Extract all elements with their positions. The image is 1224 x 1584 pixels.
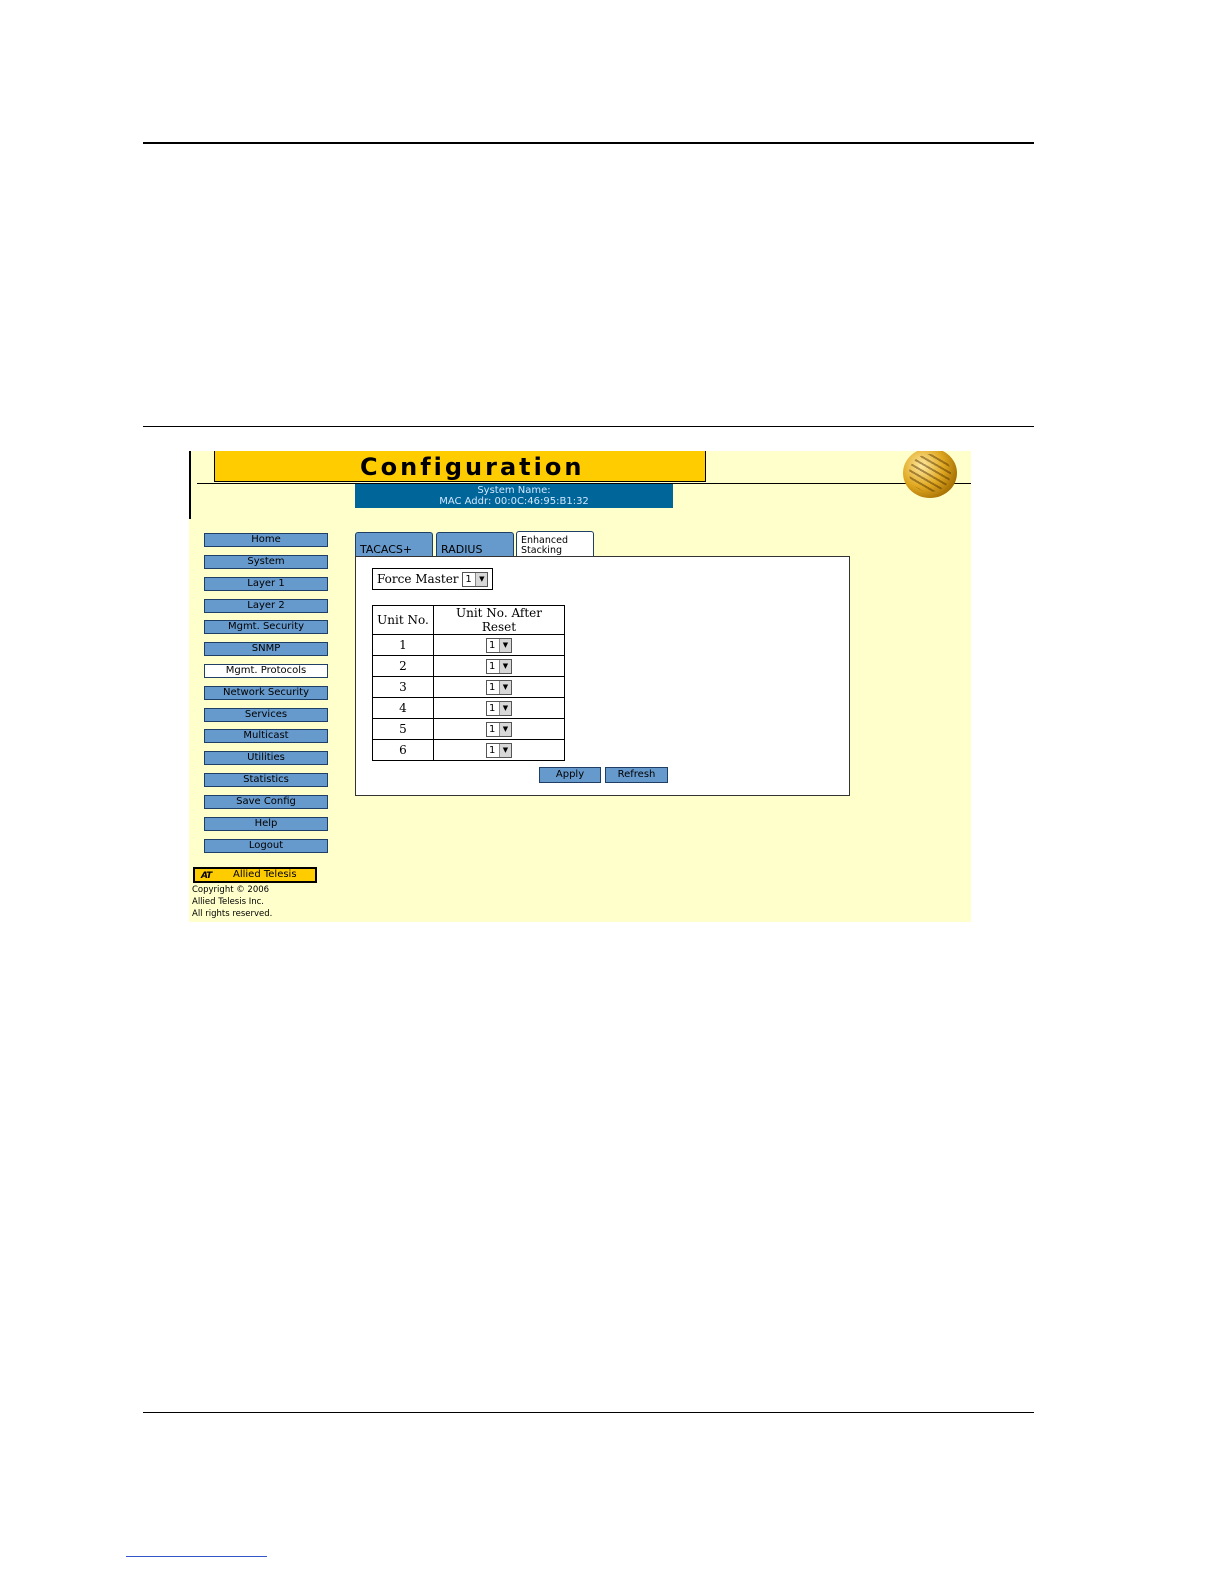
select-value: 1 [489,702,496,714]
page-title: Configuration [360,453,585,481]
copyright-line: Copyright © 2006 [192,885,270,895]
unit-number: 2 [372,655,434,677]
force-master-field: Force Master 1 ▼ [372,568,494,590]
sidebar-item-snmp[interactable]: SNMP [204,642,328,656]
unit-number: 6 [372,739,434,761]
column-header-after-reset: Unit No. After Reset [433,605,565,635]
sidebar-item-save-config[interactable]: Save Config [204,795,328,809]
select-value: 1 [465,574,472,585]
table-row: 2 1 ▼ [372,655,565,677]
mac-address: MAC Addr: 00:0C:46:95:B1:32 [439,496,589,507]
table-row: 6 1 ▼ [372,739,565,761]
after-reset-cell: 1 ▼ [433,739,565,761]
table-header-row: Unit No. Unit No. After Reset [372,605,565,635]
select-value: 1 [489,681,496,693]
after-reset-cell: 1 ▼ [433,634,565,656]
footer-link-underline[interactable] [126,1556,267,1557]
column-header-unit-no: Unit No. [372,605,434,635]
logo-name: Allied Telesis [233,869,297,880]
copyright-notice: Copyright © 2006 Allied Telesis Inc. All… [192,884,272,920]
allied-telesis-logo[interactable]: AT Allied Telesis [193,867,317,883]
after-reset-select[interactable]: 1 ▼ [486,637,512,653]
select-value: 1 [489,723,496,735]
after-reset-cell: 1 ▼ [433,697,565,719]
sidebar-item-help[interactable]: Help [204,817,328,831]
system-name: System Name: [477,485,551,496]
section-rule [143,426,1034,427]
bottom-rule [143,1412,1034,1413]
force-master-select[interactable]: 1 ▼ [462,572,489,587]
unit-number: 3 [372,676,434,698]
table-row: 5 1 ▼ [372,718,565,740]
force-master-label: Force Master [377,572,459,586]
after-reset-select[interactable]: 1 ▼ [486,658,512,674]
sidebar-item-home[interactable]: Home [204,533,328,547]
after-reset-cell: 1 ▼ [433,718,565,740]
after-reset-select[interactable]: 1 ▼ [486,679,512,695]
chevron-down-icon: ▼ [499,659,511,673]
sidebar-item-multicast[interactable]: Multicast [204,729,328,743]
sidebar-item-mgmt-protocols[interactable]: Mgmt. Protocols [204,664,328,678]
chevron-down-icon: ▼ [499,638,511,652]
select-value: 1 [489,639,496,651]
copyright-line: All rights reserved. [192,909,273,919]
sidebar-item-layer2[interactable]: Layer 2 [204,599,328,613]
globe-icon [903,451,957,498]
tab-label-line2: Stacking [521,545,562,556]
tab-tacacs[interactable]: TACACS+ [355,532,433,557]
table-row: 3 1 ▼ [372,676,565,698]
apply-button[interactable]: Apply [539,767,601,783]
chevron-down-icon: ▼ [499,701,511,715]
sidebar-item-services[interactable]: Services [204,708,328,722]
sidebar-item-statistics[interactable]: Statistics [204,773,328,787]
chevron-down-icon: ▼ [499,722,511,736]
logo-mark: AT [201,871,212,881]
select-value: 1 [489,660,496,672]
select-value: 1 [489,744,496,756]
tab-radius[interactable]: RADIUS [436,532,514,557]
after-reset-cell: 1 ▼ [433,676,565,698]
sidebar-item-logout[interactable]: Logout [204,839,328,853]
enhanced-stacking-panel: Force Master 1 ▼ Unit No. Unit No. After… [355,556,850,796]
system-info-bar: System Name: MAC Addr: 00:0C:46:95:B1:32 [355,484,673,508]
refresh-button[interactable]: Refresh [605,767,668,783]
top-rule [143,142,1034,144]
left-border [189,451,191,519]
sidebar-item-layer1[interactable]: Layer 1 [204,577,328,591]
after-reset-select[interactable]: 1 ▼ [486,721,512,737]
unit-number: 4 [372,697,434,719]
tab-label: TACACS+ [360,543,413,556]
sidebar-item-network-security[interactable]: Network Security [204,686,328,700]
chevron-down-icon: ▼ [499,680,511,694]
tab-enhanced-stacking[interactable]: Enhanced Stacking [516,531,594,558]
chevron-down-icon: ▼ [475,573,488,586]
tab-label: RADIUS [441,543,483,556]
copyright-line: Allied Telesis Inc. [192,897,264,907]
sidebar-item-system[interactable]: System [204,555,328,569]
sidebar-item-mgmt-security[interactable]: Mgmt. Security [204,620,328,634]
sidebar-item-utilities[interactable]: Utilities [204,751,328,765]
unit-number: 1 [372,634,434,656]
table-row: 1 1 ▼ [372,634,565,656]
tab-label: Enhanced Stacking [521,536,568,556]
title-bar: Configuration [214,451,706,482]
chevron-down-icon: ▼ [499,743,511,757]
app-screenshot: Configuration System Name: MAC Addr: 00:… [189,451,971,922]
unit-table: Unit No. Unit No. After Reset 1 1 ▼ 2 1 ▼ … [372,605,565,761]
after-reset-select[interactable]: 1 ▼ [486,700,512,716]
table-row: 4 1 ▼ [372,697,565,719]
unit-number: 5 [372,718,434,740]
after-reset-select[interactable]: 1 ▼ [486,742,512,758]
after-reset-cell: 1 ▼ [433,655,565,677]
